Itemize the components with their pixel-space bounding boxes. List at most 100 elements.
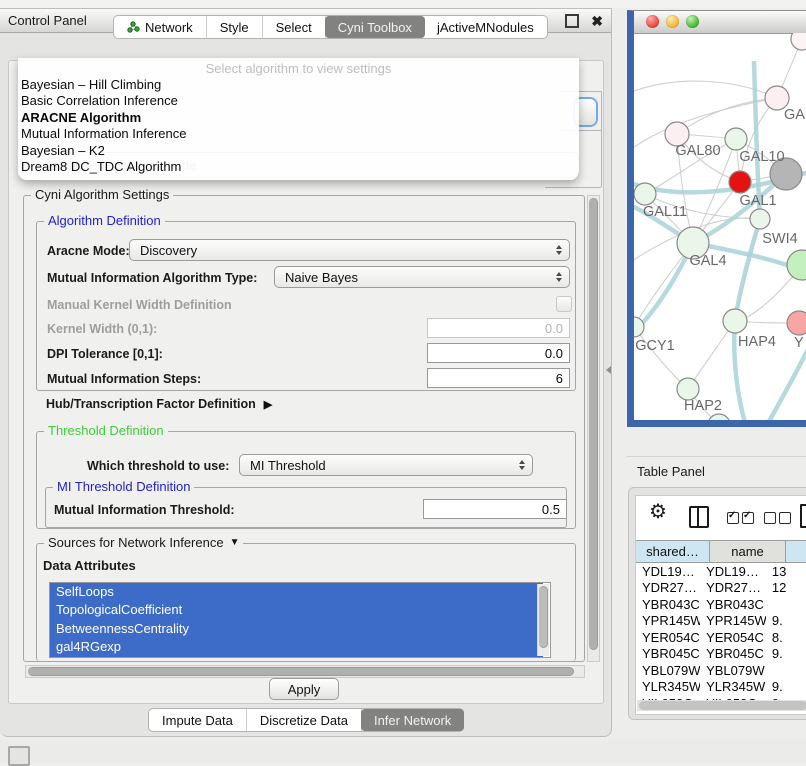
algorithm-dropdown-prompt: Select algorithm to view settings xyxy=(18,61,579,77)
splitpane-collapse-icon[interactable] xyxy=(606,366,611,374)
column-header-shared[interactable]: shared… xyxy=(636,540,710,563)
network-node[interactable] xyxy=(787,250,806,280)
collapsed-panel-icon[interactable] xyxy=(8,746,30,766)
list-scrollbar-thumb[interactable] xyxy=(539,586,548,648)
document-icon[interactable] xyxy=(800,504,806,528)
dpi-tolerance-field[interactable]: 0.0 xyxy=(427,343,570,363)
manual-kernel-checkbox[interactable] xyxy=(556,296,572,312)
minimize-traffic-light-icon[interactable] xyxy=(666,15,679,28)
mi-type-value: Naive Bayes xyxy=(285,270,358,285)
tab-jactivemnodules[interactable]: jActiveMNodules xyxy=(424,16,547,38)
data-attributes-list[interactable]: SelfLoopsTopologicalCoefficientBetweenne… xyxy=(49,582,551,658)
table-cell: YBR045C xyxy=(636,646,700,661)
hub-definition-expander[interactable]: Hub/Transcription Factor Definition ▶ xyxy=(46,397,272,411)
apply-button[interactable]: Apply xyxy=(269,678,339,700)
which-threshold-label: Which threshold to use: xyxy=(87,459,229,473)
columns-icon[interactable] xyxy=(689,506,709,528)
table-horizontal-scrollbar[interactable] xyxy=(637,700,806,711)
close-icon[interactable]: ✖ xyxy=(591,14,603,28)
vertical-scrollbar-thumb[interactable] xyxy=(589,198,598,650)
list-scrollbar[interactable] xyxy=(537,584,549,656)
network-window-titlebar[interactable] xyxy=(634,11,806,34)
network-node-hap2[interactable] xyxy=(677,378,699,400)
network-node-swi4[interactable] xyxy=(750,209,770,229)
close-traffic-light-icon[interactable] xyxy=(646,15,659,28)
column-header-name[interactable]: name xyxy=(710,540,786,563)
network-node-gal11[interactable] xyxy=(634,183,656,205)
network-node[interactable] xyxy=(708,414,730,427)
vertical-scrollbar[interactable] xyxy=(587,195,600,662)
attribute-item-gal4rgexp[interactable]: gal4RGexp xyxy=(50,638,543,656)
node-label-gal: GAL xyxy=(784,107,806,123)
manual-kernel-label: Manual Kernel Width Definition xyxy=(47,298,232,312)
tab-network[interactable]: Network xyxy=(114,16,207,38)
node-label-gal4: GAL4 xyxy=(689,253,726,269)
network-node-y[interactable] xyxy=(787,311,806,335)
table-cell: YBL079W xyxy=(700,663,766,678)
network-node-gal1[interactable] xyxy=(729,171,751,193)
table-cell: 9. xyxy=(766,646,806,661)
mi-threshold-field[interactable]: 0.5 xyxy=(423,499,567,519)
algorithm-definition-title: Algorithm Definition xyxy=(44,213,165,228)
zoom-traffic-light-icon[interactable] xyxy=(686,15,699,28)
table-row[interactable]: YBL079WYBL079W xyxy=(636,662,806,679)
which-threshold-combo[interactable]: MI Threshold xyxy=(239,454,533,476)
table-row[interactable]: YER054CYER054C8. xyxy=(636,629,806,646)
attribute-item-topologicalcoefficient[interactable]: TopologicalCoefficient xyxy=(50,601,543,619)
aracne-mode-combo[interactable]: Discovery xyxy=(129,239,570,261)
sources-title-text: Sources for Network Inference xyxy=(48,535,224,550)
table-cell: YDL19… xyxy=(636,564,700,579)
table-row[interactable]: YLR345WYLR345W9. xyxy=(636,679,806,696)
algorithm-option-bayesian-k2[interactable]: Bayesian – K2 xyxy=(18,143,579,159)
triangle-down-icon[interactable]: ▼ xyxy=(230,537,240,548)
network-icon xyxy=(127,21,140,33)
table-row[interactable]: YBR045CYBR045C9. xyxy=(636,646,806,663)
mi-type-combo[interactable]: Naive Bayes xyxy=(274,266,570,288)
table-row[interactable]: YDR27…YDR27…12 xyxy=(636,580,806,597)
checked-checkboxes-icon[interactable] xyxy=(727,512,754,524)
bottom-tab-label: Discretize Data xyxy=(260,713,348,728)
unchecked-checkboxes-icon[interactable] xyxy=(764,512,791,524)
table-cell: 12 xyxy=(766,580,806,595)
network-view-window[interactable]: GALGAL80GAL10GAL1GAL11SWI4GAL4HAP4YGCY1H… xyxy=(627,10,806,427)
table-header-row: shared…nameA xyxy=(636,540,806,563)
table-scrollbar-thumb[interactable] xyxy=(639,701,806,710)
tab-label: Network xyxy=(145,20,193,35)
algorithm-definition-group: Algorithm Definition Aracne Mode: Discov… xyxy=(36,221,576,391)
gear-icon[interactable]: ⚙ xyxy=(649,502,667,522)
tab-cyni-toolbox[interactable]: Cyni Toolbox xyxy=(325,16,425,38)
table-row[interactable]: YPR145WYPR145W9. xyxy=(636,613,806,630)
triangle-right-icon: ▶ xyxy=(264,398,272,411)
algorithm-option-basic-correlation-inference[interactable]: Basic Correlation Inference xyxy=(18,93,579,109)
horizontal-scrollbar[interactable] xyxy=(25,665,585,678)
network-canvas[interactable]: GALGAL80GAL10GAL1GAL11SWI4GAL4HAP4YGCY1H… xyxy=(634,33,806,427)
table-body: YDL19…YDL19…13YDR27…YDR27…12YBR043CYBR04… xyxy=(636,563,806,712)
node-label-hap4: HAP4 xyxy=(738,334,776,350)
threshold-definition-group: Threshold Definition Which threshold to … xyxy=(36,431,576,529)
bottom-tab-discretize-data[interactable]: Discretize Data xyxy=(247,709,362,731)
tab-select[interactable]: Select xyxy=(263,16,326,38)
column-header-a[interactable]: A xyxy=(786,540,806,563)
network-node-hap4[interactable] xyxy=(723,309,747,333)
mi-steps-field[interactable]: 6 xyxy=(427,368,570,388)
network-node-gal10[interactable] xyxy=(725,128,747,150)
node-label-swi4: SWI4 xyxy=(762,231,797,247)
bottom-tab-label: Infer Network xyxy=(374,713,451,728)
algorithm-option-mutual-information-inference[interactable]: Mutual Information Inference xyxy=(18,126,579,142)
algorithm-option-bayesian-hill-climbing[interactable]: Bayesian – Hill Climbing xyxy=(18,77,579,93)
algorithm-option-aracne-algorithm[interactable]: ARACNE Algorithm xyxy=(18,110,579,126)
table-cell: 9. xyxy=(766,679,806,694)
horizontal-scrollbar-thumb[interactable] xyxy=(28,667,574,676)
table-row[interactable]: YBR043CYBR043C xyxy=(636,596,806,613)
bottom-tab-infer-network[interactable]: Infer Network xyxy=(361,709,464,731)
attribute-item-betweennesscentrality[interactable]: BetweennessCentrality xyxy=(50,620,543,638)
table-row[interactable]: YDL19…YDL19…13 xyxy=(636,563,806,580)
tab-style[interactable]: Style xyxy=(207,16,263,38)
bottom-tab-impute-data[interactable]: Impute Data xyxy=(149,709,247,731)
network-node[interactable] xyxy=(791,33,806,50)
float-window-icon[interactable] xyxy=(565,14,579,28)
attribute-item-selfloops[interactable]: SelfLoops xyxy=(50,583,543,601)
algorithm-option-dream8-dc-tdc-algorithm[interactable]: Dream8 DC_TDC Algorithm xyxy=(18,159,579,175)
sources-group: Sources for Network Inference ▼ Data Att… xyxy=(36,543,576,661)
combo-arrows-icon xyxy=(556,272,562,282)
